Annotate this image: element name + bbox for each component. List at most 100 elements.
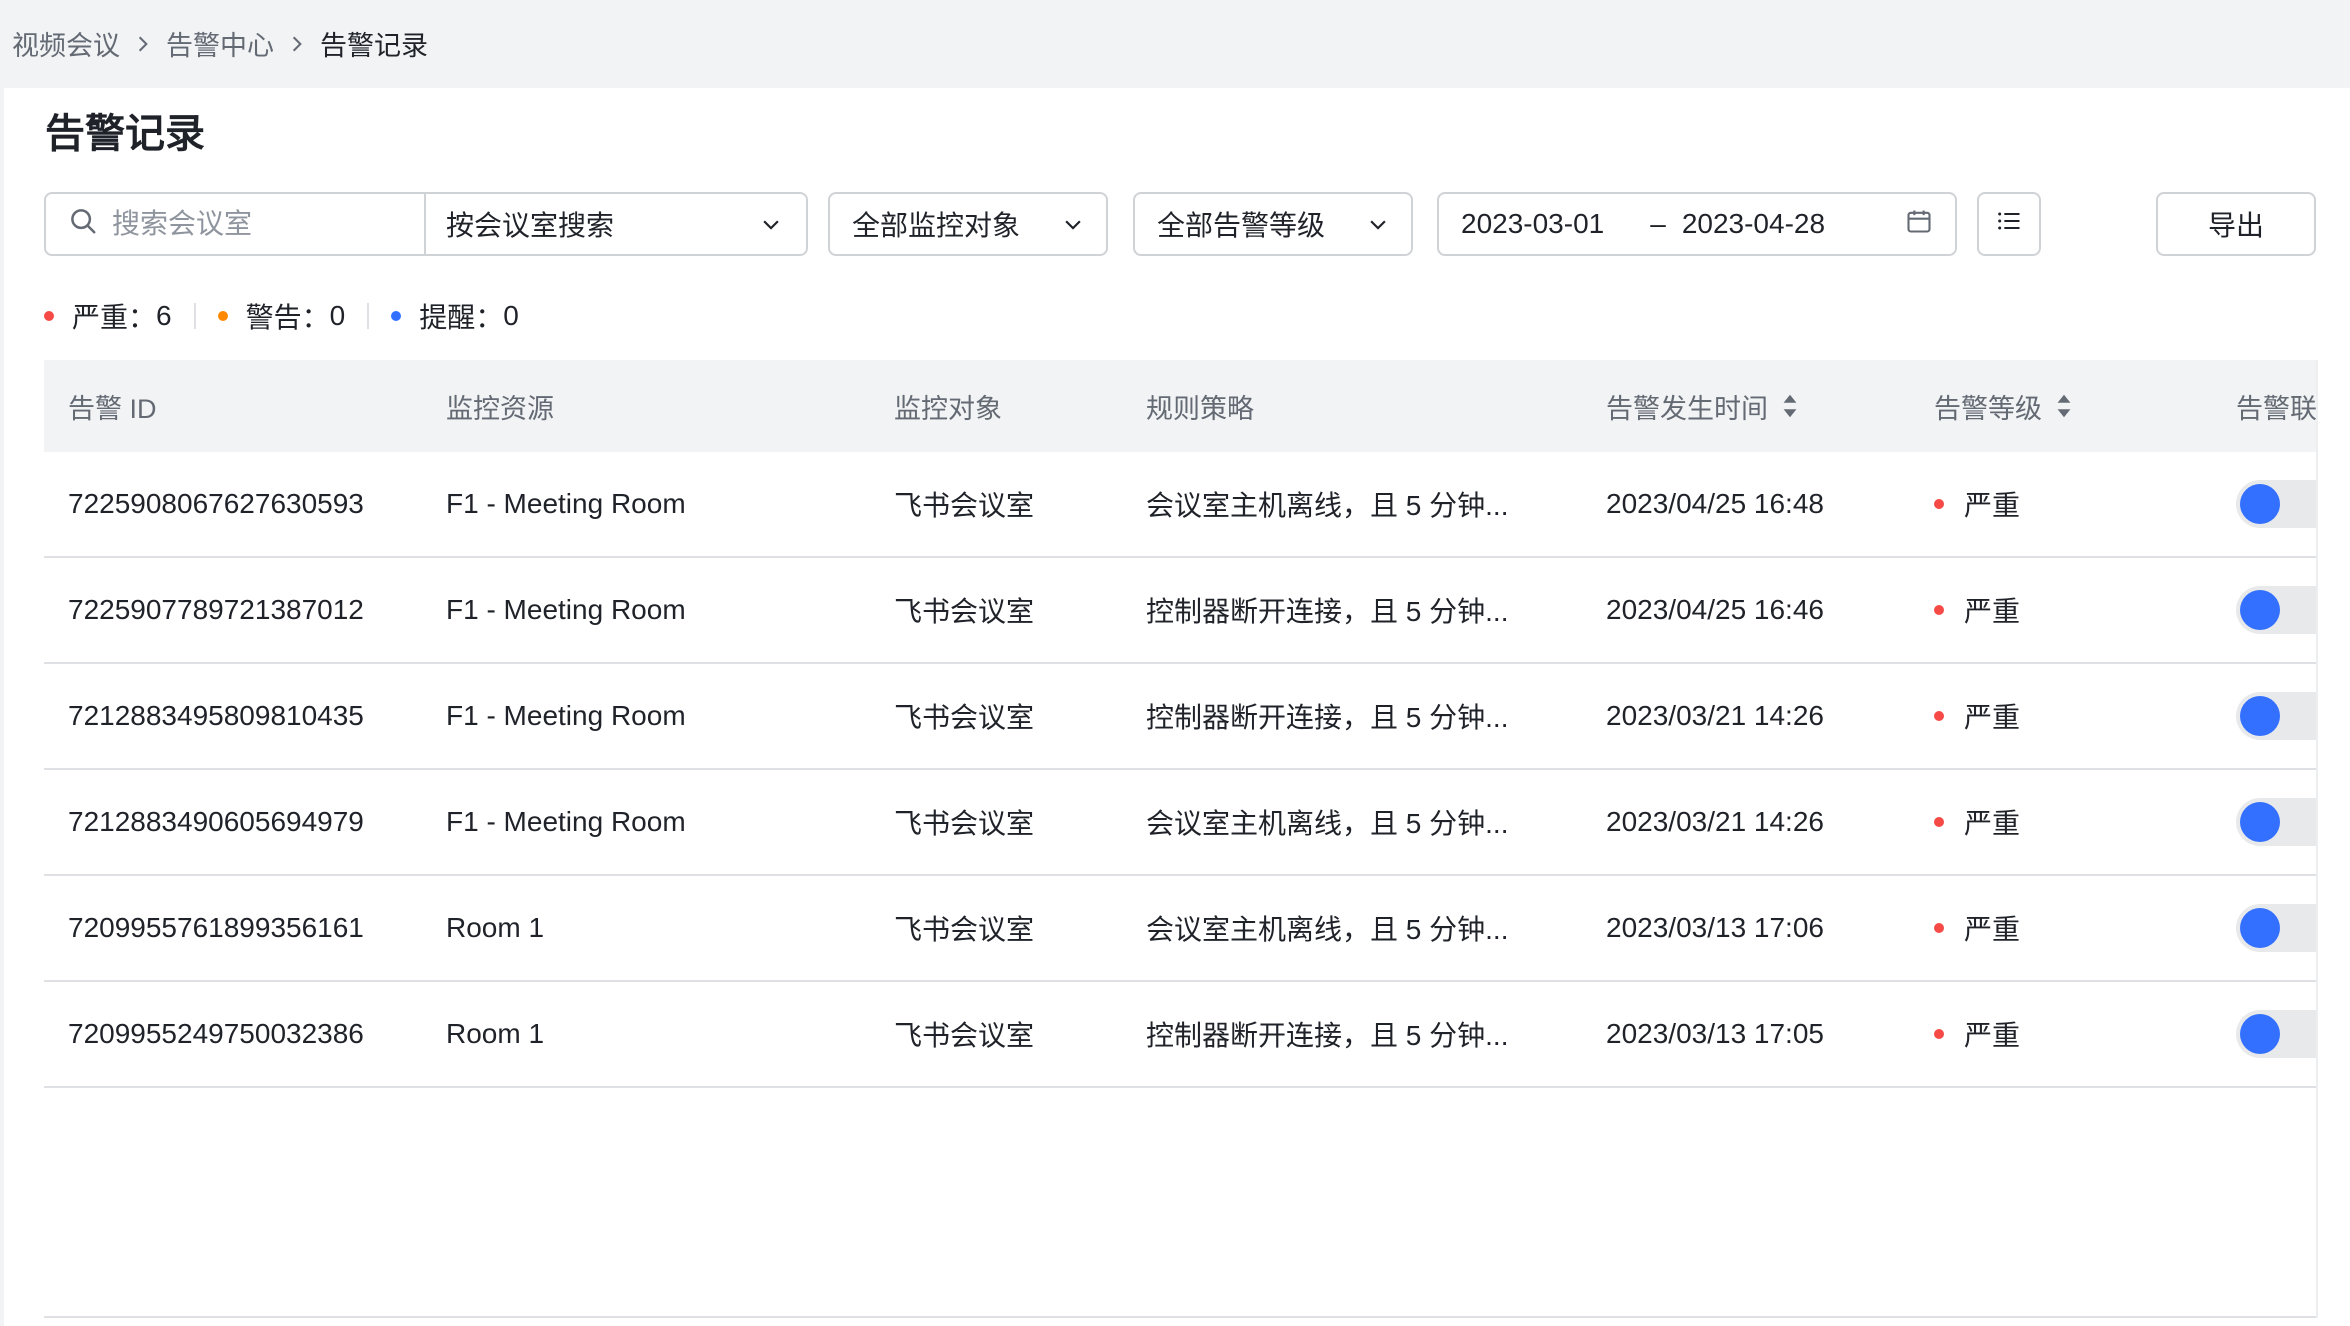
calendar-icon[interactable]	[1905, 207, 1933, 242]
table-body: 7225908067627630593 F1 - Meeting Room 飞书会议…	[44, 452, 2316, 1088]
alert-link-toggle[interactable]	[2236, 480, 2316, 528]
table-row[interactable]: 7209955249750032386 Room 1 飞书会议室 控制器断开连接，且 …	[44, 982, 2316, 1088]
cell-object: 飞书会议室	[894, 808, 1035, 839]
search-mode-label: 按会议室搜索	[446, 210, 615, 241]
critical-dot-icon	[1934, 1029, 1944, 1039]
stat-label: 提醒：	[419, 302, 504, 333]
table-row[interactable]: 7209955761899356161 Room 1 飞书会议室 会议室主机离线，且 …	[44, 876, 2316, 982]
search-mode-select[interactable]: 按会议室搜索	[426, 194, 806, 254]
search-group: 按会议室搜索	[44, 192, 808, 256]
cell-rule: 会议室主机离线，且 5 分钟...	[1146, 490, 1509, 521]
cell-alert-id: 7225908067627630593	[68, 488, 364, 519]
stat-label: 严重：	[72, 302, 157, 333]
date-separator: –	[1650, 208, 1666, 239]
monitor-target-label: 全部监控对象	[852, 210, 1021, 241]
stat-count: 0	[503, 300, 519, 331]
breadcrumb-item-video-meeting[interactable]: 视频会议	[12, 24, 120, 63]
toggle-knob	[2240, 696, 2280, 736]
search-icon	[68, 206, 98, 243]
critical-dot-icon	[1934, 499, 1944, 509]
table-row[interactable]: 7212883495809810435 F1 - Meeting Room 飞书会议…	[44, 664, 2316, 770]
alert-level-select[interactable]: 全部告警等级	[1133, 192, 1413, 256]
column-header-rule: 规则策略	[1146, 393, 1254, 424]
column-header-time[interactable]: 告警发生时间	[1606, 360, 1798, 452]
warning-dot-icon	[217, 311, 228, 321]
alert-link-toggle[interactable]	[2236, 1010, 2316, 1058]
cell-level: 严重	[1934, 558, 2020, 662]
column-header-alert-link: 告警联	[2236, 393, 2316, 424]
critical-dot-icon	[44, 311, 54, 321]
search-input[interactable]	[112, 208, 402, 240]
cell-time: 2023/04/25 16:48	[1606, 488, 1824, 519]
main-panel: 告警记录 按会议室搜索 全部监控对象 全部告警等级 2023-03-01	[4, 88, 2350, 1326]
table-row[interactable]: 7225907789721387012 F1 - Meeting Room 飞书会议…	[44, 558, 2316, 664]
cell-time: 2023/04/25 16:46	[1606, 594, 1824, 625]
alert-link-toggle[interactable]	[2236, 586, 2316, 634]
table-header: 告警 ID 监控资源 监控对象 规则策略 告警发生时间 告警等级 告警联	[44, 360, 2316, 452]
cell-rule: 控制器断开连接，且 5 分钟...	[1146, 702, 1509, 733]
reminder-dot-icon	[391, 311, 402, 321]
date-end[interactable]: 2023-04-28	[1682, 208, 1825, 240]
column-settings-button[interactable]	[1977, 192, 2041, 256]
cell-alert-id: 7209955761899356161	[68, 912, 364, 943]
monitor-target-select[interactable]: 全部监控对象	[828, 192, 1108, 256]
cell-rule: 会议室主机离线，且 5 分钟...	[1146, 914, 1509, 945]
alert-link-toggle[interactable]	[2236, 798, 2316, 846]
cell-resource: F1 - Meeting Room	[446, 594, 686, 625]
date-range-picker[interactable]: 2023-03-01 – 2023-04-28	[1437, 192, 1957, 256]
level-label: 严重	[1964, 914, 2021, 945]
alert-link-toggle[interactable]	[2236, 692, 2316, 740]
search-box[interactable]	[46, 194, 426, 254]
level-label: 严重	[1964, 596, 2021, 627]
stat-warning: 警告： 0	[217, 296, 345, 336]
page-title: 告警记录	[45, 112, 205, 156]
cell-resource: F1 - Meeting Room	[446, 488, 686, 519]
cell-level: 严重	[1934, 876, 2020, 980]
cell-level: 严重	[1934, 770, 2020, 874]
chevron-down-icon	[1367, 213, 1389, 235]
table-bottom-divider	[44, 1316, 2316, 1318]
sort-icon[interactable]	[1768, 393, 1798, 419]
cell-level: 严重	[1934, 982, 2020, 1086]
column-header-alert-id: 告警 ID	[68, 393, 157, 424]
cell-rule: 控制器断开连接，且 5 分钟...	[1146, 1020, 1509, 1051]
date-start[interactable]: 2023-03-01	[1461, 208, 1604, 240]
cell-alert-link	[2236, 876, 2316, 980]
table-scroll-edge	[2316, 360, 2318, 1318]
cell-resource: F1 - Meeting Room	[446, 700, 686, 731]
divider	[367, 303, 370, 329]
cell-object: 飞书会议室	[894, 702, 1035, 733]
cell-time: 2023/03/21 14:26	[1606, 806, 1824, 837]
table-row[interactable]: 7212883490605694979 F1 - Meeting Room 飞书会议…	[44, 770, 2316, 876]
column-header-object: 监控对象	[894, 393, 1002, 424]
cell-resource: F1 - Meeting Room	[446, 806, 686, 837]
level-label: 严重	[1964, 490, 2021, 521]
alert-link-toggle[interactable]	[2236, 904, 2316, 952]
breadcrumb-item-alert-center[interactable]: 告警中心	[166, 24, 274, 63]
chevron-right-icon	[288, 35, 306, 53]
cell-resource: Room 1	[446, 1018, 545, 1049]
toggle-knob	[2240, 590, 2280, 630]
breadcrumb-current: 告警记录	[320, 31, 428, 61]
cell-alert-link	[2236, 982, 2316, 1086]
cell-rule: 会议室主机离线，且 5 分钟...	[1146, 808, 1509, 839]
column-header-level[interactable]: 告警等级	[1934, 360, 2072, 452]
cell-object: 飞书会议室	[894, 490, 1035, 521]
level-label: 严重	[1964, 808, 2021, 839]
column-header-resource: 监控资源	[446, 393, 554, 424]
cell-alert-link	[2236, 664, 2316, 768]
toggle-knob	[2240, 802, 2280, 842]
stat-label: 警告：	[245, 302, 330, 333]
cell-alert-id: 7225907789721387012	[68, 594, 364, 625]
stat-critical: 严重： 6	[44, 296, 172, 336]
stat-reminder: 提醒： 0	[391, 296, 519, 336]
sort-icon[interactable]	[2042, 393, 2072, 419]
level-label: 严重	[1964, 1020, 2021, 1051]
cell-time: 2023/03/13 17:06	[1606, 912, 1824, 943]
chevron-right-icon	[134, 35, 152, 53]
toggle-knob	[2240, 1014, 2280, 1054]
export-button[interactable]: 导出	[2156, 192, 2316, 256]
table-row[interactable]: 7225908067627630593 F1 - Meeting Room 飞书会议…	[44, 452, 2316, 558]
list-icon	[1995, 207, 2023, 242]
toggle-knob	[2240, 908, 2280, 948]
